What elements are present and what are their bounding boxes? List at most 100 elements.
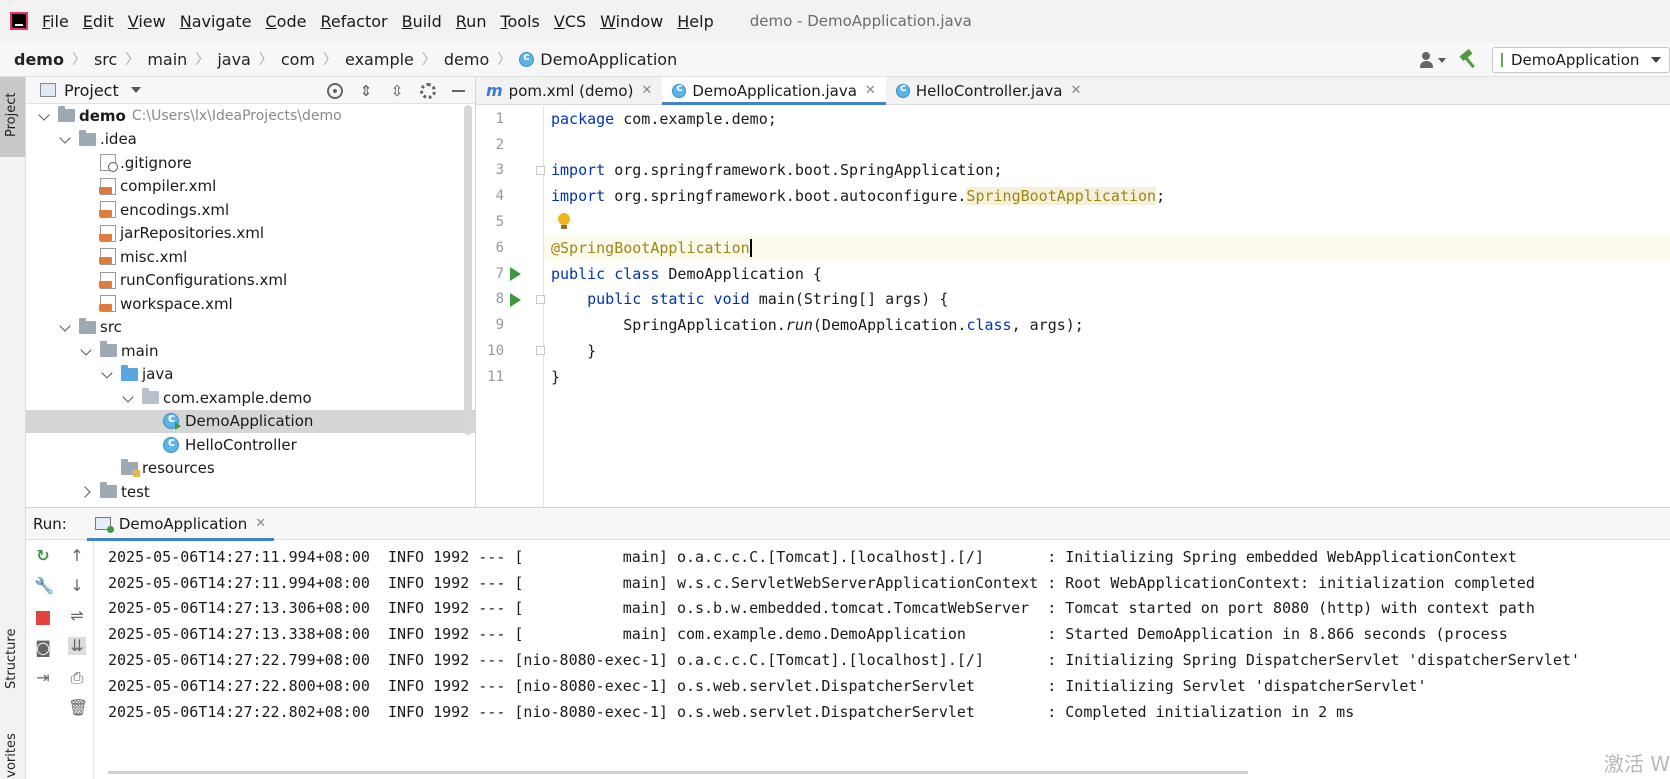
menu-build[interactable]: Build <box>402 12 442 31</box>
menu-help[interactable]: Help <box>677 12 713 31</box>
close-icon[interactable]: ✕ <box>255 516 266 531</box>
minimize-icon[interactable] <box>451 83 467 99</box>
code-text: main(String[] args) { <box>749 290 949 309</box>
code-editor[interactable]: 1 package com.example.demo; 2 3 import org… <box>476 106 1670 507</box>
arrow-up-icon[interactable]: ↑ <box>68 547 86 565</box>
user-account-icon[interactable] <box>1420 50 1446 70</box>
tree-item[interactable]: src <box>26 316 475 340</box>
horizontal-scrollbar[interactable] <box>108 771 1248 774</box>
wrench-icon[interactable]: 🔧 <box>34 577 54 595</box>
xml-file-icon <box>99 201 116 219</box>
tree-item[interactable]: test <box>26 480 475 504</box>
breadcrumb-item[interactable]: java <box>217 50 251 69</box>
code-keyword: class <box>966 316 1012 335</box>
window-title: demo - DemoApplication.java <box>749 12 972 30</box>
runnable-class-icon <box>163 411 181 431</box>
menu-edit[interactable]: Edit <box>83 12 114 31</box>
chevron-down-icon[interactable] <box>101 367 115 381</box>
menu-code[interactable]: Code <box>266 12 307 31</box>
collapse-all-icon[interactable]: ⇳ <box>389 83 405 99</box>
breadcrumb-item[interactable]: main <box>147 50 187 69</box>
project-panel-title[interactable]: Project <box>64 81 119 100</box>
build-hammer-icon[interactable] <box>1458 50 1478 70</box>
project-tool-tab[interactable]: Project <box>0 77 25 157</box>
run-gutter-icon[interactable] <box>510 292 521 307</box>
console-line: 2025-05-06T14:27:13.338+08:00 INFO 1992 … <box>108 625 1508 644</box>
tree-item[interactable]: compiler.xml <box>26 175 475 199</box>
chevron-down-icon[interactable] <box>122 391 136 405</box>
breadcrumb-item[interactable]: com <box>281 50 315 69</box>
menu-navigate[interactable]: Navigate <box>180 12 252 31</box>
tree-item-label: DemoApplication <box>185 412 314 431</box>
run-tab-label: DemoApplication <box>118 514 248 533</box>
exit-icon[interactable]: ⇥ <box>34 669 52 687</box>
menu-refactor[interactable]: Refactor <box>320 12 387 31</box>
run-gutter-icon[interactable] <box>510 266 521 281</box>
breadcrumb-item[interactable]: example <box>345 50 414 69</box>
breadcrumb-label: example <box>345 49 414 69</box>
editor-tab[interactable]: m pom.xml (demo) ✕ <box>476 77 662 104</box>
tree-item[interactable]: com.example.demo <box>26 386 475 410</box>
tree-item[interactable]: jarRepositories.xml <box>26 222 475 246</box>
breadcrumb-item[interactable]: src <box>94 50 117 69</box>
tree-item[interactable]: java <box>26 363 475 387</box>
gear-icon[interactable] <box>420 82 436 99</box>
tree-item[interactable]: workspace.xml <box>26 292 475 316</box>
code-text: com.example.demo; <box>614 109 777 128</box>
fold-marker-icon[interactable] <box>536 346 545 356</box>
chevron-down-icon[interactable] <box>130 87 141 93</box>
chevron-down-icon[interactable] <box>59 320 73 334</box>
folder-icon <box>58 106 75 123</box>
close-icon[interactable]: ✕ <box>1070 83 1081 98</box>
editor-tab[interactable]: DemoApplication.java ✕ <box>662 77 887 105</box>
arrow-down-icon[interactable]: ↓ <box>68 577 86 595</box>
menu-view[interactable]: View <box>128 12 166 31</box>
tree-item[interactable]: resources <box>26 457 475 481</box>
expand-all-icon[interactable]: ⇕ <box>358 83 374 99</box>
menu-vcs[interactable]: VCS <box>554 12 586 31</box>
soft-wrap-icon[interactable]: ⇌ <box>68 607 86 625</box>
menu-mnemonic: N <box>179 11 192 31</box>
breadcrumb-item[interactable]: DemoApplication <box>519 50 677 69</box>
rerun-icon[interactable]: ↻ <box>34 547 52 565</box>
tree-item[interactable]: DemoApplication <box>26 409 475 433</box>
tree-item[interactable]: demo C:\Users\lx\IdeaProjects\demo <box>26 104 475 128</box>
tree-scrollbar[interactable] <box>464 105 472 435</box>
scroll-to-end-icon[interactable]: ⇊ <box>68 637 86 655</box>
chevron-right-icon[interactable] <box>80 485 94 499</box>
code-area[interactable]: 1 package com.example.demo; 2 3 import org… <box>487 106 1670 390</box>
tree-item-label: .idea <box>100 130 137 149</box>
editor-tab[interactable]: HelloController.java ✕ <box>886 77 1092 104</box>
menu-run[interactable]: Run <box>456 12 487 31</box>
console-output[interactable]: 2025-05-06T14:27:11.994+08:00 INFO 1992 … <box>108 544 1670 725</box>
menu-mnemonic: B <box>401 11 413 31</box>
menu-window[interactable]: Window <box>600 12 663 31</box>
chevron-down-icon[interactable] <box>80 344 94 358</box>
fold-marker-icon[interactable] <box>536 165 545 175</box>
chevron-down-icon[interactable] <box>38 109 52 123</box>
close-icon[interactable]: ✕ <box>641 83 652 98</box>
tree-item[interactable]: misc.xml <box>26 245 475 269</box>
camera-icon[interactable]: ◙ <box>34 639 52 657</box>
menu-file[interactable]: File <box>42 12 69 31</box>
chevron-down-icon[interactable] <box>59 132 73 146</box>
stop-icon[interactable] <box>36 611 50 625</box>
trash-icon[interactable]: 🗑 <box>68 699 88 717</box>
tree-item[interactable]: main <box>26 339 475 363</box>
tree-item[interactable]: encodings.xml <box>26 198 475 222</box>
run-configuration-select[interactable]: DemoApplication <box>1492 46 1670 73</box>
lightbulb-icon[interactable] <box>558 213 570 230</box>
breadcrumb-item[interactable]: demo <box>14 50 64 69</box>
print-icon[interactable]: ⎙ <box>68 669 86 687</box>
tree-item[interactable]: runConfigurations.xml <box>26 269 475 293</box>
close-icon[interactable]: ✕ <box>865 83 876 98</box>
tree-item[interactable]: .gitignore <box>26 151 475 175</box>
fold-marker-icon[interactable] <box>536 294 545 304</box>
menu-tools[interactable]: Tools <box>500 12 539 31</box>
breadcrumb-item[interactable]: demo <box>444 50 489 69</box>
tree-item[interactable]: .idea <box>26 128 475 152</box>
breadcrumb-separator-icon: 〉 <box>71 52 86 68</box>
run-tab-demo-application[interactable]: DemoApplication ✕ <box>86 508 275 541</box>
select-opened-file-icon[interactable] <box>327 82 343 99</box>
tree-item[interactable]: HelloController <box>26 433 475 457</box>
